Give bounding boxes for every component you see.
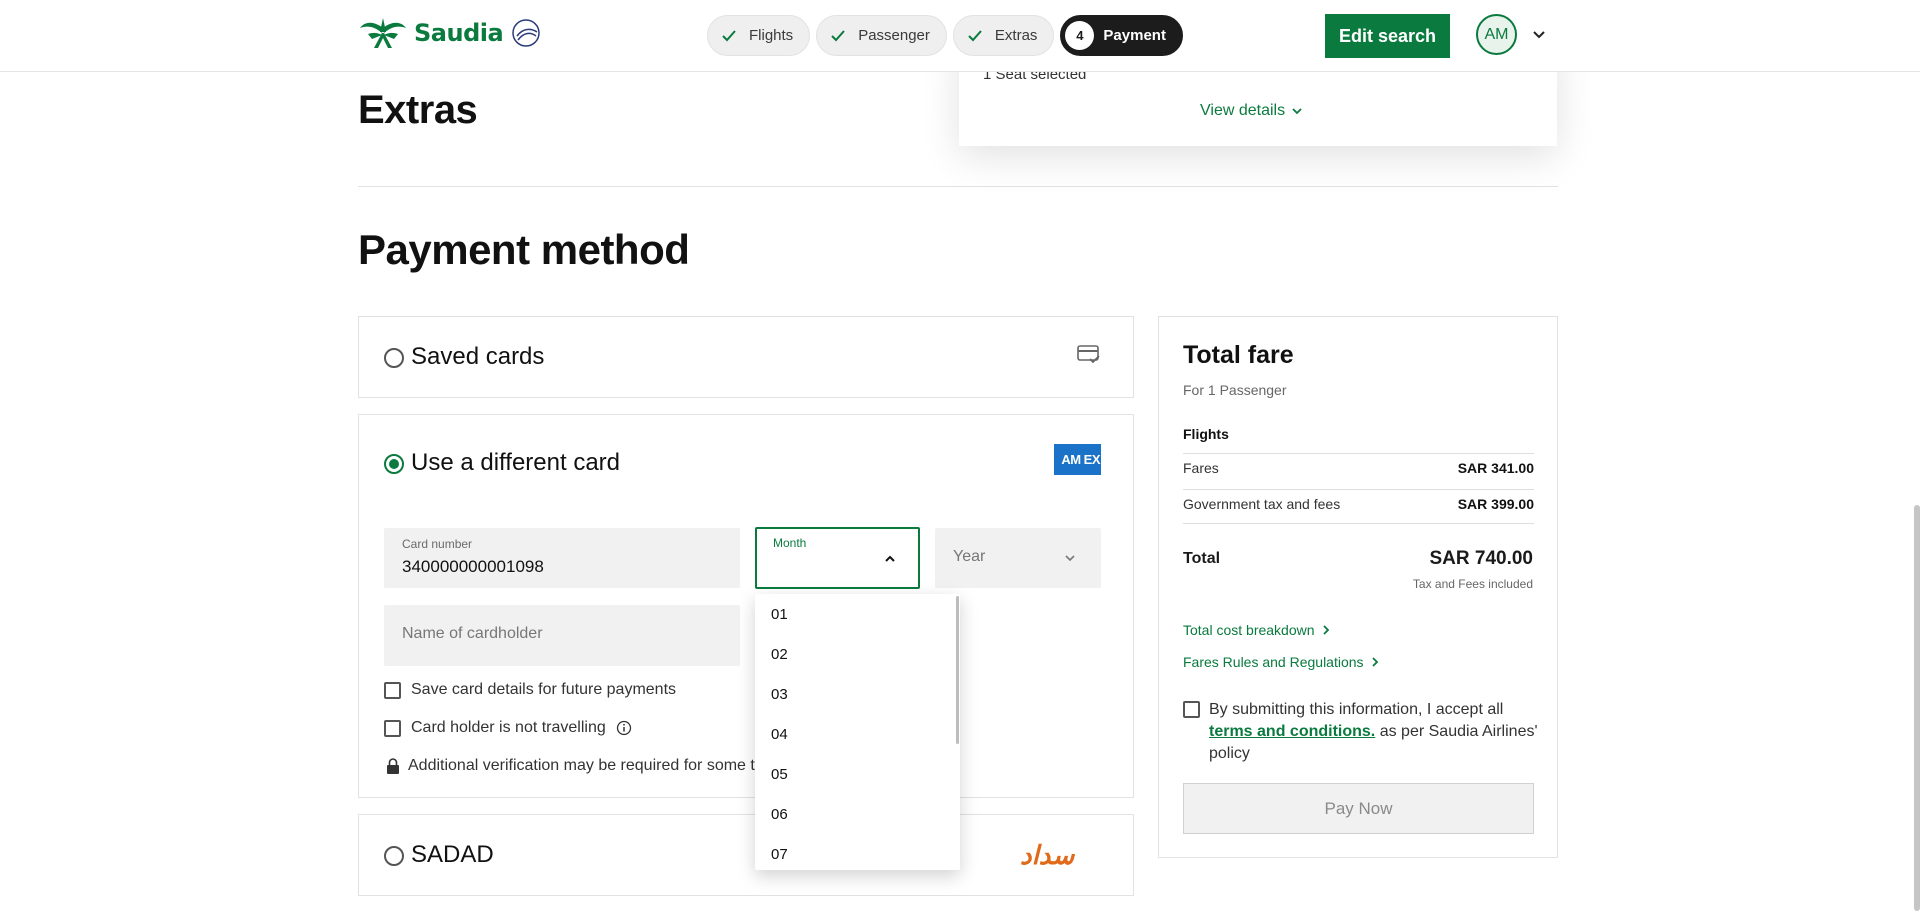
- different-card-panel: Use a different card AM EX Card number 3…: [358, 414, 1134, 798]
- info-icon[interactable]: [616, 720, 632, 736]
- chevron-down-icon: [1065, 555, 1075, 562]
- tax-included-note: Tax and Fees included: [1412, 577, 1533, 591]
- step-extras[interactable]: Extras: [952, 15, 1055, 56]
- tax-amount: SAR 399.00: [1457, 496, 1534, 512]
- year-placeholder: Year: [953, 548, 986, 565]
- month-dropdown-list[interactable]: 01 02 03 04 05 06 07: [755, 594, 960, 870]
- total-amount: SAR 740.00: [1429, 548, 1533, 569]
- terms-link[interactable]: terms and conditions.: [1209, 723, 1375, 740]
- sadad-logo: سداد: [1020, 841, 1075, 871]
- saved-cards-panel[interactable]: Saved cards: [358, 316, 1134, 398]
- step-label: Extras: [994, 27, 1038, 44]
- month-option[interactable]: 01: [755, 594, 960, 634]
- total-cost-breakdown-link[interactable]: Total cost breakdown: [1183, 622, 1331, 638]
- card-number-value: 340000000001098: [402, 557, 544, 576]
- not-travelling-option[interactable]: Card holder is not travelling: [384, 719, 632, 737]
- skyteam-icon: [512, 19, 540, 47]
- fare-divider: [1183, 489, 1534, 490]
- section-divider: [358, 186, 1558, 187]
- month-option[interactable]: 05: [755, 754, 960, 794]
- payment-method-heading: Payment method: [358, 226, 690, 273]
- sadad-radio[interactable]: [384, 846, 404, 866]
- sadad-label: SADAD: [411, 841, 494, 868]
- step-label: Payment: [1103, 27, 1166, 44]
- terms-text: By submitting this information, I accept…: [1209, 699, 1543, 765]
- saved-cards-radio[interactable]: [384, 348, 404, 368]
- terms-pre-text: By submitting this information, I accept…: [1209, 701, 1504, 718]
- view-details-link[interactable]: View details: [1200, 102, 1303, 120]
- step-number: 4: [1065, 21, 1095, 50]
- flights-section-label: Flights: [1183, 426, 1229, 442]
- save-card-checkbox[interactable]: [384, 681, 401, 699]
- dropdown-scrollbar[interactable]: [956, 596, 959, 744]
- fare-divider: [1183, 453, 1534, 454]
- check-icon: [831, 29, 845, 41]
- month-option[interactable]: 06: [755, 794, 960, 834]
- year-select[interactable]: Year: [935, 528, 1101, 588]
- pay-now-button[interactable]: Pay Now: [1183, 783, 1534, 834]
- save-card-label: Save card details for future payments: [411, 681, 677, 698]
- check-icon: [722, 29, 736, 41]
- chevron-down-icon[interactable]: [1531, 26, 1547, 42]
- month-option[interactable]: 03: [755, 674, 960, 714]
- card-number-label: Card number: [402, 537, 473, 551]
- chevron-down-icon: [1292, 108, 1302, 115]
- top-header: Saudia Flights Passenger Extras 4 Paymen…: [0, 0, 1920, 72]
- total-fare-title: Total fare: [1183, 341, 1294, 369]
- month-select[interactable]: Month: [755, 527, 920, 589]
- saudia-palm-emblem-icon: [360, 18, 406, 48]
- passenger-count: For 1 Passenger: [1183, 382, 1287, 398]
- step-flights[interactable]: Flights: [707, 15, 811, 56]
- booking-steps: Flights Passenger Extras 4 Payment: [707, 15, 1183, 56]
- chevron-right-icon: [1371, 657, 1378, 667]
- fares-label: Fares: [1183, 460, 1219, 476]
- step-passenger[interactable]: Passenger: [816, 15, 947, 56]
- cardholder-name-field[interactable]: Name of cardholder: [384, 605, 740, 666]
- fares-row: Fares SAR 341.00: [1183, 460, 1534, 476]
- saudia-logo[interactable]: Saudia: [358, 14, 543, 52]
- chevron-up-icon: [885, 555, 895, 562]
- save-card-option[interactable]: Save card details for future payments: [384, 681, 676, 699]
- not-travelling-label: Card holder is not travelling: [411, 719, 606, 736]
- avatar[interactable]: AM: [1476, 14, 1517, 55]
- total-label: Total: [1183, 550, 1221, 567]
- tax-row: Government tax and fees SAR 399.00: [1183, 496, 1534, 512]
- month-option[interactable]: 07: [755, 834, 960, 870]
- step-payment[interactable]: 4 Payment: [1060, 15, 1183, 56]
- cardholder-placeholder: Name of cardholder: [402, 625, 543, 642]
- month-option[interactable]: 04: [755, 714, 960, 754]
- not-travelling-checkbox[interactable]: [384, 719, 401, 737]
- fares-amount: SAR 341.00: [1457, 460, 1534, 476]
- check-icon: [968, 29, 982, 41]
- brand-name: Saudia: [414, 19, 504, 47]
- step-label: Passenger: [858, 27, 930, 44]
- terms-checkbox[interactable]: [1183, 701, 1200, 718]
- month-label: Month: [773, 536, 807, 550]
- view-details-label: View details: [1200, 102, 1286, 119]
- amex-logo: AM EX: [1054, 444, 1101, 475]
- card-number-field[interactable]: Card number 340000000001098: [384, 528, 740, 588]
- page-scrollbar[interactable]: [1914, 505, 1920, 911]
- saved-cards-label: Saved cards: [411, 343, 545, 370]
- fare-divider: [1183, 523, 1534, 524]
- breakdown-label: Total cost breakdown: [1183, 622, 1315, 638]
- fare-rules-label: Fares Rules and Regulations: [1183, 654, 1364, 670]
- chevron-right-icon: [1322, 625, 1329, 635]
- edit-search-button[interactable]: Edit search: [1325, 14, 1450, 58]
- lock-icon: [387, 757, 399, 774]
- extras-heading: Extras: [358, 88, 478, 132]
- terms-acceptance: By submitting this information, I accept…: [1183, 699, 1543, 765]
- fare-rules-link[interactable]: Fares Rules and Regulations: [1183, 654, 1380, 670]
- different-card-radio[interactable]: [384, 454, 404, 474]
- sadad-panel[interactable]: SADAD سداد: [358, 814, 1134, 896]
- tax-label: Government tax and fees: [1183, 496, 1341, 512]
- step-label: Flights: [749, 27, 794, 44]
- total-fare-panel: Total fare For 1 Passenger Flights Fares…: [1158, 316, 1558, 858]
- month-option[interactable]: 02: [755, 634, 960, 674]
- saved-card-icon: [1077, 345, 1100, 364]
- different-card-label: Use a different card: [411, 449, 621, 476]
